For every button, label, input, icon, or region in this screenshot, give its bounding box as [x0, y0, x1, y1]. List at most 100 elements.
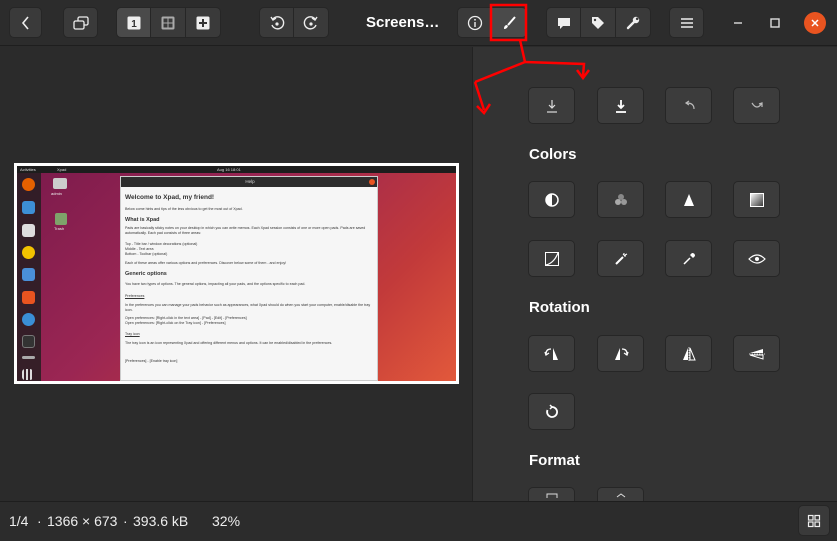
levels-button[interactable]	[665, 181, 712, 218]
magic-wand-icon	[614, 252, 627, 265]
help-what-heading: What is Xpad	[125, 217, 160, 223]
desktop-admin-label: admin	[51, 191, 62, 196]
home-folder-icon	[53, 178, 67, 189]
gradient-icon	[749, 192, 764, 207]
view-mode-group: 1	[116, 7, 221, 38]
help-area-bottom: Bottom - Toolbar (optional)	[125, 252, 168, 256]
window-title: Screens…	[366, 14, 440, 31]
gallery-grid-icon	[807, 514, 821, 527]
rotate-left-icon	[269, 15, 284, 30]
help-open-prefs-1: Open preferences: [Right-click in the te…	[125, 316, 247, 320]
view-add-button[interactable]	[186, 7, 221, 38]
info-button[interactable]	[457, 7, 492, 38]
resize-icon	[616, 492, 625, 497]
settings-button[interactable]	[616, 7, 651, 38]
undo-button[interactable]	[665, 87, 712, 124]
displayed-screenshot[interactable]: Activities Xpad Aug 16 18:01 admin Trash…	[17, 166, 456, 381]
rotate-right-button[interactable]	[294, 7, 329, 38]
save-icon	[546, 99, 557, 113]
red-eye-button[interactable]	[733, 240, 780, 277]
terminal-icon	[22, 335, 35, 348]
rotate-left-button[interactable]	[259, 7, 294, 38]
rotate-left-90-icon	[543, 347, 558, 360]
edit-panel	[472, 47, 837, 501]
crop-button[interactable]	[528, 487, 575, 501]
desktop-trash-label: Trash	[54, 226, 65, 231]
help-area-middle: Middle - Text area	[125, 247, 154, 251]
gallery-button[interactable]	[798, 505, 830, 536]
trash-icon	[55, 213, 67, 225]
view-grid-icon	[161, 16, 175, 29]
help-icon	[22, 313, 35, 326]
slideshow-button[interactable]	[63, 7, 98, 38]
auto-enhance-button[interactable]	[597, 240, 644, 277]
topbar-app-label: Xpad	[57, 167, 67, 172]
levels-icon	[683, 193, 694, 206]
status-separator: ·	[123, 513, 128, 529]
topbar-clock: Aug 16 18:01	[217, 167, 241, 172]
redo-button[interactable]	[733, 87, 780, 124]
minimize-button[interactable]	[728, 13, 748, 33]
help-window-titlebar: Help	[121, 177, 377, 187]
invert-button[interactable]	[528, 181, 575, 218]
redo-icon	[750, 101, 763, 108]
rotate-right-panel-button[interactable]	[597, 335, 644, 372]
tag-button[interactable]	[581, 7, 616, 38]
rhythmbox-icon	[22, 246, 35, 259]
info-edit-group	[457, 7, 527, 38]
undo-icon	[684, 100, 695, 109]
tag-icon	[592, 16, 604, 29]
save-button[interactable]	[528, 87, 575, 124]
curves-icon	[544, 251, 559, 266]
help-tray-path: [Preferences] - [Enable tray icon]	[125, 359, 178, 363]
help-tray-text: The tray icon is an icon representing Xp…	[125, 341, 333, 345]
channels-button[interactable]	[597, 181, 644, 218]
crop-icon	[546, 493, 557, 498]
back-button[interactable]	[9, 7, 42, 38]
curves-button[interactable]	[528, 240, 575, 277]
flip-horizontal-icon	[682, 346, 696, 361]
gradient-button[interactable]	[733, 181, 780, 218]
image-filesize: 393.6 kB	[133, 513, 189, 529]
save-as-icon	[615, 99, 626, 113]
maximize-icon	[770, 18, 780, 28]
view-single-icon: 1	[127, 16, 140, 30]
comment-button[interactable]	[546, 7, 581, 38]
software-icon	[22, 291, 35, 304]
minimize-icon	[734, 22, 742, 24]
close-button[interactable]	[804, 12, 826, 34]
view-single-button[interactable]: 1	[116, 7, 151, 38]
eye-icon	[747, 253, 766, 264]
help-tray-link: Tray icon	[125, 332, 140, 336]
edit-button[interactable]	[492, 7, 527, 38]
flip-vertical-icon	[748, 348, 765, 360]
rgb-channels-icon	[614, 193, 627, 205]
activities-label: Activities	[20, 167, 36, 172]
resize-button[interactable]	[597, 487, 644, 501]
firefox-icon	[22, 178, 35, 191]
maximize-button[interactable]	[765, 13, 785, 33]
zoom-level[interactable]: 32%	[212, 513, 240, 529]
flip-horizontal-button[interactable]	[665, 335, 712, 372]
rotate-right-icon	[303, 15, 318, 30]
rotate-right-90-icon	[614, 347, 629, 360]
help-areas-note: Each of these areas offer various option…	[125, 261, 287, 265]
rotate-icon	[545, 403, 558, 418]
help-heading: Welcome to Xpad, my friend!	[125, 194, 215, 201]
flip-vertical-button[interactable]	[733, 335, 780, 372]
status-separator: ·	[37, 513, 42, 529]
rotate-group	[259, 7, 329, 38]
help-prefs-text: In the preferences you can manage your p…	[125, 303, 371, 312]
help-generic-heading: Generic options	[125, 271, 167, 277]
image-dimensions: 1366 × 673	[47, 513, 118, 529]
color-picker-button[interactable]	[665, 240, 712, 277]
view-grid-button[interactable]	[151, 7, 186, 38]
save-as-button[interactable]	[597, 87, 644, 124]
free-rotate-button[interactable]	[528, 393, 575, 430]
format-heading: Format	[529, 452, 580, 469]
main-menu-button[interactable]	[669, 7, 704, 38]
dock-item-icon	[22, 356, 35, 359]
slideshow-icon	[72, 15, 89, 30]
ubuntu-top-bar: Activities Xpad Aug 16 18:01	[17, 166, 456, 173]
rotate-left-panel-button[interactable]	[528, 335, 575, 372]
